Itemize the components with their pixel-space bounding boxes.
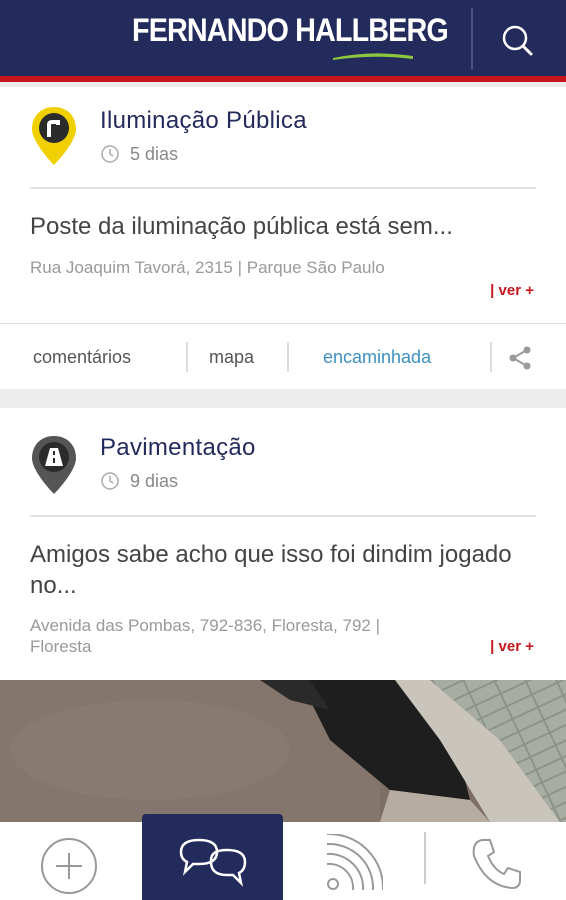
nav-divider: [424, 832, 426, 884]
nav-active-tab[interactable]: [142, 814, 283, 900]
category-title: Pavimentação: [100, 434, 256, 461]
category-title: Iluminação Pública: [100, 107, 307, 134]
card-actions: comentários mapa encaminhada: [0, 323, 566, 390]
brand-swoosh: [333, 53, 413, 60]
report-address: Avenida das Pombas, 792-836, Floresta, 7…: [30, 616, 380, 656]
report-photo[interactable]: [0, 680, 566, 822]
feed-icon[interactable]: [323, 834, 383, 894]
card-separator: [30, 515, 536, 517]
map-button[interactable]: mapa: [209, 347, 254, 368]
report-title[interactable]: Amigos sabe acho que isso foi dindim jog…: [30, 539, 536, 601]
phone-icon[interactable]: [468, 836, 524, 892]
search-icon[interactable]: [495, 18, 539, 62]
header-divider: [471, 8, 473, 70]
road-pin-icon: [32, 436, 76, 494]
street-light-pin-icon: [32, 107, 76, 165]
header-stripe: [0, 76, 566, 82]
report-card[interactable]: Iluminação Pública 5 dias Poste da ilumi…: [0, 87, 566, 389]
report-address: Rua Joaquim Tavorá, 2315 | Parque São Pa…: [30, 258, 385, 277]
add-icon[interactable]: [40, 837, 98, 895]
report-age: 9 dias: [130, 471, 179, 491]
action-divider: [186, 342, 188, 372]
report-title[interactable]: Poste da iluminação pública está sem...: [30, 211, 536, 242]
card-separator: [30, 187, 536, 189]
comments-button[interactable]: comentários: [33, 347, 131, 368]
share-icon[interactable]: [507, 345, 533, 371]
report-age: 5 dias: [130, 144, 179, 164]
brand-logo: FERNANDO HALLBERG: [132, 12, 449, 48]
action-divider: [490, 342, 492, 372]
report-card[interactable]: Pavimentação 9 dias Amigos sabe acho que…: [0, 408, 566, 680]
clock-icon: [101, 472, 119, 490]
chat-icon[interactable]: [175, 834, 251, 890]
see-more-link[interactable]: | ver +: [490, 282, 534, 299]
status-forwarded[interactable]: encaminhada: [323, 347, 431, 368]
action-divider: [287, 342, 289, 372]
see-more-link[interactable]: | ver +: [490, 638, 534, 655]
clock-icon: [101, 145, 119, 163]
app-header: FERNANDO HALLBERG: [0, 0, 566, 76]
bottom-navigation: [0, 814, 566, 900]
